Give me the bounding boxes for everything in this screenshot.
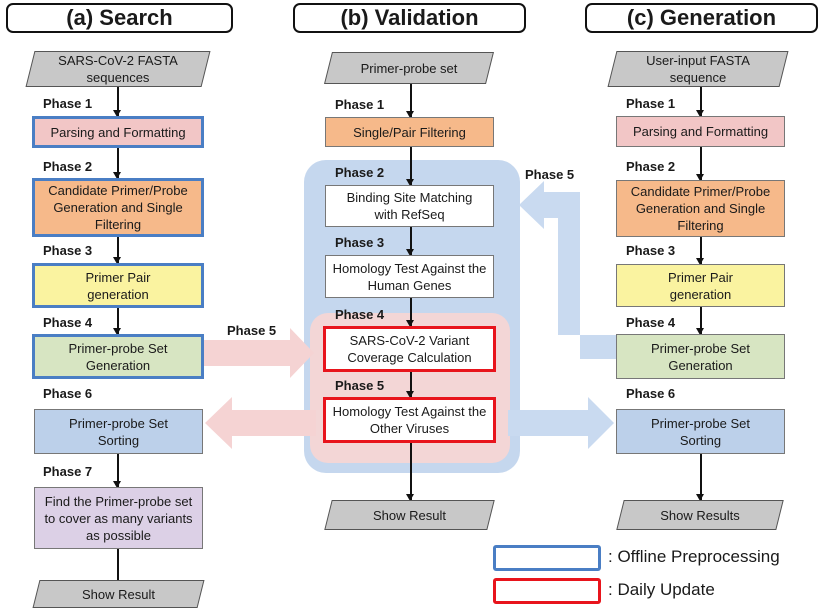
validation-phase-1-box[interactable]: Single/Pair Filtering <box>325 117 494 147</box>
title-validation: (b) Validation <box>293 3 526 33</box>
search-phase-7-box[interactable]: Find the Primer-probe set to cover as ma… <box>34 487 203 549</box>
search-phase-2-label: Phase 2 <box>43 159 93 174</box>
arrow-down <box>407 372 413 398</box>
arrow-generation-to-validation <box>519 181 616 359</box>
search-output: Show Result <box>32 580 205 608</box>
arrow-down <box>697 87 703 117</box>
generation-phase-4-label: Phase 4 <box>626 315 676 330</box>
legend: : Offline Preprocessing : Daily Update <box>493 543 813 605</box>
arrow-down <box>114 87 120 117</box>
generation-phase-2-box[interactable]: Candidate Primer/Probe Generation and Si… <box>616 180 785 237</box>
validation-phase-2-box[interactable]: Binding Site Matching with RefSeq <box>325 185 494 227</box>
arrow-down <box>697 147 703 181</box>
validation-phase-5-label: Phase 5 <box>335 378 385 393</box>
generation-phase-6-box[interactable]: Primer-probe Set Sorting <box>616 409 785 454</box>
arrow-down <box>114 148 120 179</box>
generation-phase-2-label: Phase 2 <box>626 159 676 174</box>
validation-phase-4-box[interactable]: SARS-CoV-2 Variant Coverage Calculation <box>323 326 496 372</box>
arrow-down <box>114 308 120 335</box>
arrow-down <box>114 237 120 264</box>
arrow-down <box>407 298 413 327</box>
search-phase-4-label: Phase 4 <box>43 315 93 330</box>
arrow-down <box>697 454 703 501</box>
legend-swatch-daily <box>493 578 601 604</box>
arrow-validation-to-search <box>205 397 316 449</box>
arrow-down <box>697 307 703 335</box>
generation-phase-4-box[interactable]: Primer-probe Set Generation <box>616 334 785 379</box>
validation-phase-1-label: Phase 1 <box>335 97 385 112</box>
legend-label-daily: : Daily Update <box>608 580 715 599</box>
legend-label-offline: : Offline Preprocessing <box>608 547 780 566</box>
arrow-validation-to-generation <box>508 397 614 449</box>
connector-label-generation: Phase 5 <box>525 167 575 182</box>
search-phase-6-box[interactable]: Primer-probe Set Sorting <box>34 409 203 454</box>
search-phase-7-label: Phase 7 <box>43 464 93 479</box>
generation-output: Show Results <box>616 500 784 530</box>
search-phase-1-label: Phase 1 <box>43 96 93 111</box>
arrow-down <box>697 237 703 265</box>
validation-phase-4-label: Phase 4 <box>335 307 385 322</box>
arrow-down <box>407 84 413 118</box>
search-phase-2-box[interactable]: Candidate Primer/Probe Generation and Si… <box>32 178 204 237</box>
search-phase-6-label: Phase 6 <box>43 386 93 401</box>
generation-phase-1-box[interactable]: Parsing and Formatting <box>616 116 785 147</box>
generation-phase-1-label: Phase 1 <box>626 96 676 111</box>
generation-phase-6-label: Phase 6 <box>626 386 676 401</box>
generation-input: User-input FASTA sequence <box>607 51 789 87</box>
arrow-down <box>114 454 120 488</box>
title-search: (a) Search <box>6 3 233 33</box>
search-phase-3-box[interactable]: Primer Pair generation <box>32 263 204 308</box>
generation-phase-3-box[interactable]: Primer Pair generation <box>616 264 785 307</box>
connector-label-search: Phase 5 <box>227 323 277 338</box>
validation-phase-5-box[interactable]: Homology Test Against the Other Viruses <box>323 397 496 443</box>
arrow-down <box>407 443 413 501</box>
search-input: SARS-CoV-2 FASTA sequences <box>25 51 211 87</box>
legend-swatch-offline <box>493 545 601 571</box>
validation-phase-2-label: Phase 2 <box>335 165 385 180</box>
validation-input: Primer-probe set <box>324 52 494 84</box>
search-phase-3-label: Phase 3 <box>43 243 93 258</box>
search-phase-4-box[interactable]: Primer-probe Set Generation <box>32 334 204 379</box>
search-phase-1-box[interactable]: Parsing and Formatting <box>32 116 204 148</box>
generation-phase-3-label: Phase 3 <box>626 243 676 258</box>
validation-phase-3-label: Phase 3 <box>335 235 385 250</box>
validation-output: Show Result <box>324 500 495 530</box>
validation-phase-3-box[interactable]: Homology Test Against the Human Genes <box>325 255 494 298</box>
arrow-down <box>407 227 413 256</box>
arrow-down <box>407 147 413 186</box>
title-generation: (c) Generation <box>585 3 818 33</box>
